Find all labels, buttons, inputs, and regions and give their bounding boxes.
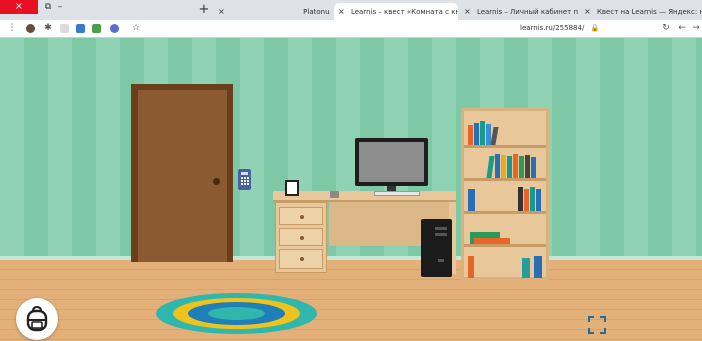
- tab-yandex[interactable]: × Квест на Learnis — Яндекс: нас…: [580, 3, 702, 20]
- back-icon[interactable]: →: [690, 21, 702, 36]
- extension-icon[interactable]: [76, 24, 85, 33]
- game-scene: [0, 38, 702, 341]
- photo-frame[interactable]: [285, 180, 299, 196]
- baseboard: [0, 256, 702, 260]
- tab-label: Learnis – квест «Комната с книг…: [350, 8, 458, 16]
- tab-label: Learnis – Личный кабинет пол…: [476, 8, 578, 16]
- expand-icon: [588, 316, 606, 334]
- tab-learnis-quest[interactable]: × Learnis – квест «Комната с книг…: [334, 3, 458, 20]
- drawer-bottom[interactable]: [279, 249, 323, 269]
- desk-top: [273, 191, 456, 202]
- book-row[interactable]: [486, 152, 544, 178]
- book-row[interactable]: [468, 187, 544, 211]
- tab-learnis-cabinet[interactable]: × Learnis – Личный кабинет пол…: [460, 3, 578, 20]
- menu-icon[interactable]: ⋮: [6, 21, 18, 36]
- bookmark-star-icon[interactable]: ☆: [130, 21, 142, 36]
- pc-tower[interactable]: [421, 219, 452, 277]
- drawer-middle[interactable]: [279, 228, 323, 246]
- window-close-button[interactable]: ×: [0, 0, 38, 14]
- url-text: learnis.ru/255884/: [520, 24, 585, 32]
- monitor-screen[interactable]: [359, 142, 424, 182]
- address-bar[interactable]: learnis.ru/255884/ 🔒: [520, 22, 660, 35]
- tab-label: Квест на Learnis — Яндекс: нас…: [596, 8, 702, 16]
- book-row[interactable]: [468, 117, 508, 145]
- new-tab-button[interactable]: +: [196, 2, 212, 18]
- fullscreen-button[interactable]: [586, 315, 608, 337]
- tab-close-icon[interactable]: ×: [218, 3, 225, 20]
- desk-drawers: [275, 202, 327, 273]
- phone[interactable]: [330, 191, 339, 198]
- extension-icon[interactable]: [92, 24, 101, 33]
- browser-toolbar: ⋮ ✱ ☆ learnis.ru/255884/ 🔒 ↻ ← →: [0, 20, 702, 38]
- tab-close-icon[interactable]: ×: [338, 3, 345, 20]
- forward-icon[interactable]: ←: [676, 21, 688, 36]
- tab-close-icon[interactable]: ×: [584, 3, 591, 20]
- inventory-button[interactable]: [16, 298, 58, 340]
- eye-icon[interactable]: [110, 24, 119, 33]
- lock-icon: 🔒: [590, 24, 600, 32]
- door-knob[interactable]: [213, 178, 220, 185]
- tab-label: Platonus: [303, 8, 330, 16]
- tab-platonus[interactable]: × Platonus: [214, 3, 330, 20]
- door-keypad[interactable]: [238, 169, 251, 190]
- puzzle-icon[interactable]: ✱: [42, 21, 54, 36]
- book-row[interactable]: [470, 223, 510, 244]
- door[interactable]: [138, 90, 227, 262]
- book-row[interactable]: [468, 254, 548, 278]
- browser-tab-bar: × ⧉ – + × Platonus × Learnis – квест «Ко…: [0, 0, 702, 20]
- reload-icon[interactable]: ↻: [660, 21, 672, 36]
- window-minimize-button[interactable]: –: [52, 0, 68, 14]
- rug[interactable]: [156, 293, 317, 334]
- tab-close-icon[interactable]: ×: [464, 3, 471, 20]
- keyboard[interactable]: [374, 191, 420, 196]
- keypad-icon: [241, 172, 249, 185]
- drawer-top[interactable]: [279, 207, 323, 225]
- bookshelf[interactable]: [461, 108, 549, 280]
- computer-monitor[interactable]: [355, 138, 428, 186]
- profile-avatar[interactable]: [26, 24, 35, 33]
- extension-icon[interactable]: [60, 24, 69, 33]
- backpack-icon: [26, 305, 48, 332]
